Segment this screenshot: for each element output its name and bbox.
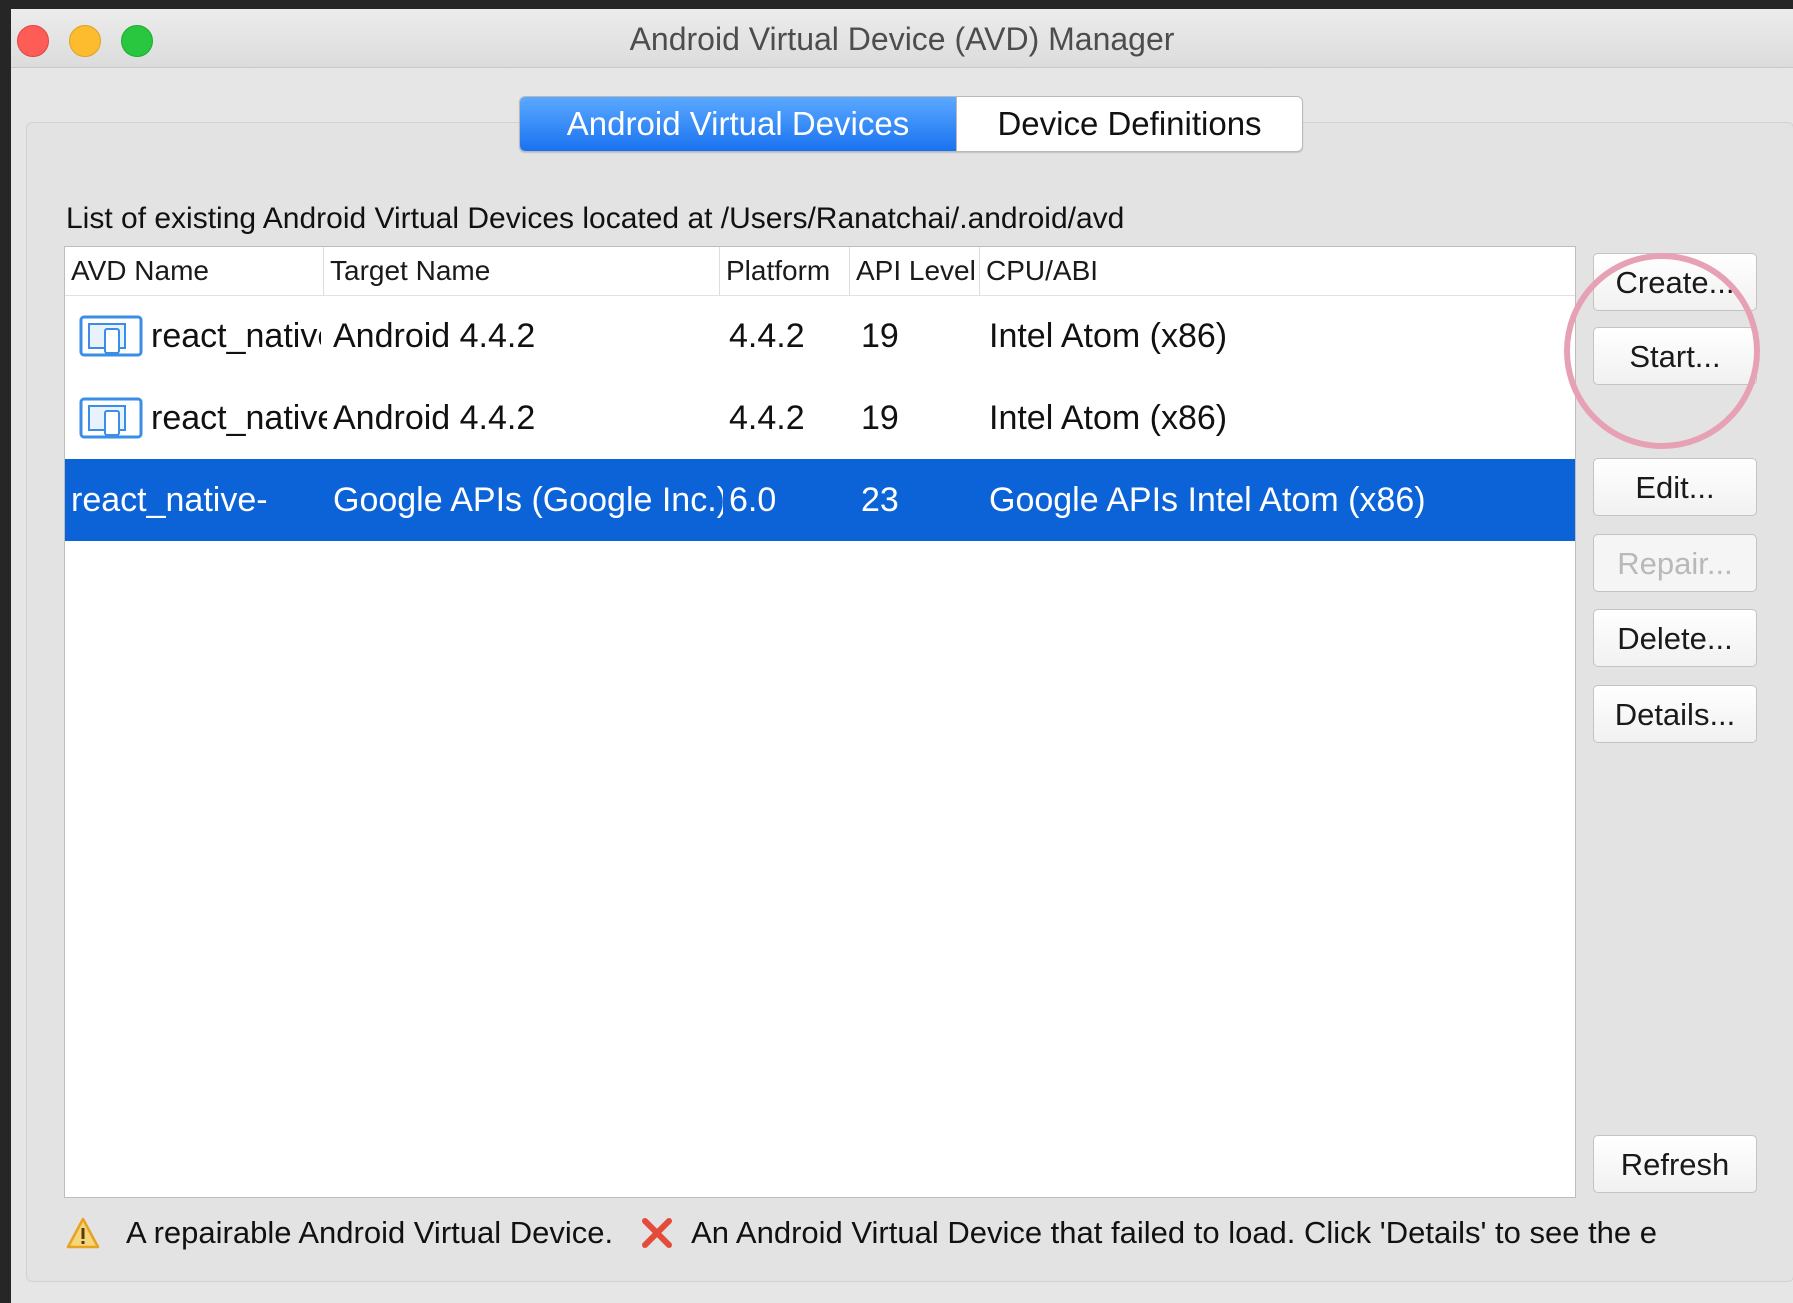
target-name-cell: Google APIs (Google Inc.): [333, 481, 723, 519]
target-name-cell: Android 4.4.2: [333, 317, 536, 355]
avd-manager-window: Android Virtual Device (AVD) Manager And…: [11, 9, 1793, 1303]
details-button[interactable]: Details...: [1593, 685, 1757, 743]
api-level-cell: 19: [861, 399, 899, 437]
warning-icon: [66, 1217, 100, 1249]
column-header-avd-name[interactable]: AVD Name: [65, 247, 323, 295]
repair-button[interactable]: Repair...: [1593, 534, 1757, 592]
avd-name-cell: react_native_: [151, 399, 327, 437]
window-title: Android Virtual Device (AVD) Manager: [629, 21, 1175, 57]
avd-table: AVD Name Target Name Platform API Level …: [64, 246, 1576, 1198]
legend-repairable-text: A repairable Android Virtual Device.: [126, 1215, 614, 1250]
avd-name-cell: react_native: [151, 317, 321, 355]
refresh-button[interactable]: Refresh: [1593, 1135, 1757, 1193]
platform-cell: 4.4.2: [729, 317, 805, 355]
avd-name-cell: react_native-: [71, 481, 268, 519]
legend-failed-text: An Android Virtual Device that failed to…: [691, 1215, 1658, 1250]
target-name-cell: Android 4.4.2: [333, 399, 536, 437]
status-legend: A repairable Android Virtual Device. An …: [66, 1209, 1657, 1257]
table-header: AVD Name Target Name Platform API Level …: [65, 247, 1575, 296]
delete-button[interactable]: Delete...: [1593, 609, 1757, 667]
platform-cell: 4.4.2: [729, 399, 805, 437]
tab-bar: Android Virtual Devices Device Definitio…: [519, 96, 1303, 152]
tab-device-definitions[interactable]: Device Definitions: [956, 97, 1302, 151]
cpu-abi-cell: Intel Atom (x86): [989, 317, 1228, 355]
table-row[interactable]: react_native_ Android 4.4.2 4.4.2 19 Int…: [65, 377, 1575, 459]
column-header-target-name[interactable]: Target Name: [323, 247, 719, 295]
table-row[interactable]: react_native Android 4.4.2 4.4.2 19 Inte…: [65, 295, 1575, 377]
api-level-cell: 19: [861, 317, 899, 355]
column-header-api-level[interactable]: API Level: [849, 247, 979, 295]
column-header-cpu-abi[interactable]: CPU/ABI: [979, 247, 1429, 295]
device-icon: [79, 315, 143, 357]
tab-android-virtual-devices[interactable]: Android Virtual Devices: [520, 97, 956, 151]
platform-cell: 6.0: [729, 481, 777, 519]
title-bar: Android Virtual Device (AVD) Manager: [11, 9, 1793, 68]
cpu-abi-cell: Intel Atom (x86): [989, 399, 1228, 437]
api-level-cell: 23: [861, 481, 899, 519]
cpu-abi-cell: Google APIs Intel Atom (x86): [989, 481, 1426, 519]
table-row-selected[interactable]: react_native- Google APIs (Google Inc.) …: [65, 459, 1575, 541]
avd-location-caption: List of existing Android Virtual Devices…: [66, 202, 1125, 235]
edit-button[interactable]: Edit...: [1593, 458, 1757, 516]
device-icon: [79, 397, 143, 439]
create-button[interactable]: Create...: [1593, 253, 1757, 311]
column-header-platform[interactable]: Platform: [719, 247, 849, 295]
start-button[interactable]: Start...: [1593, 327, 1757, 385]
error-x-icon: [642, 1218, 673, 1248]
